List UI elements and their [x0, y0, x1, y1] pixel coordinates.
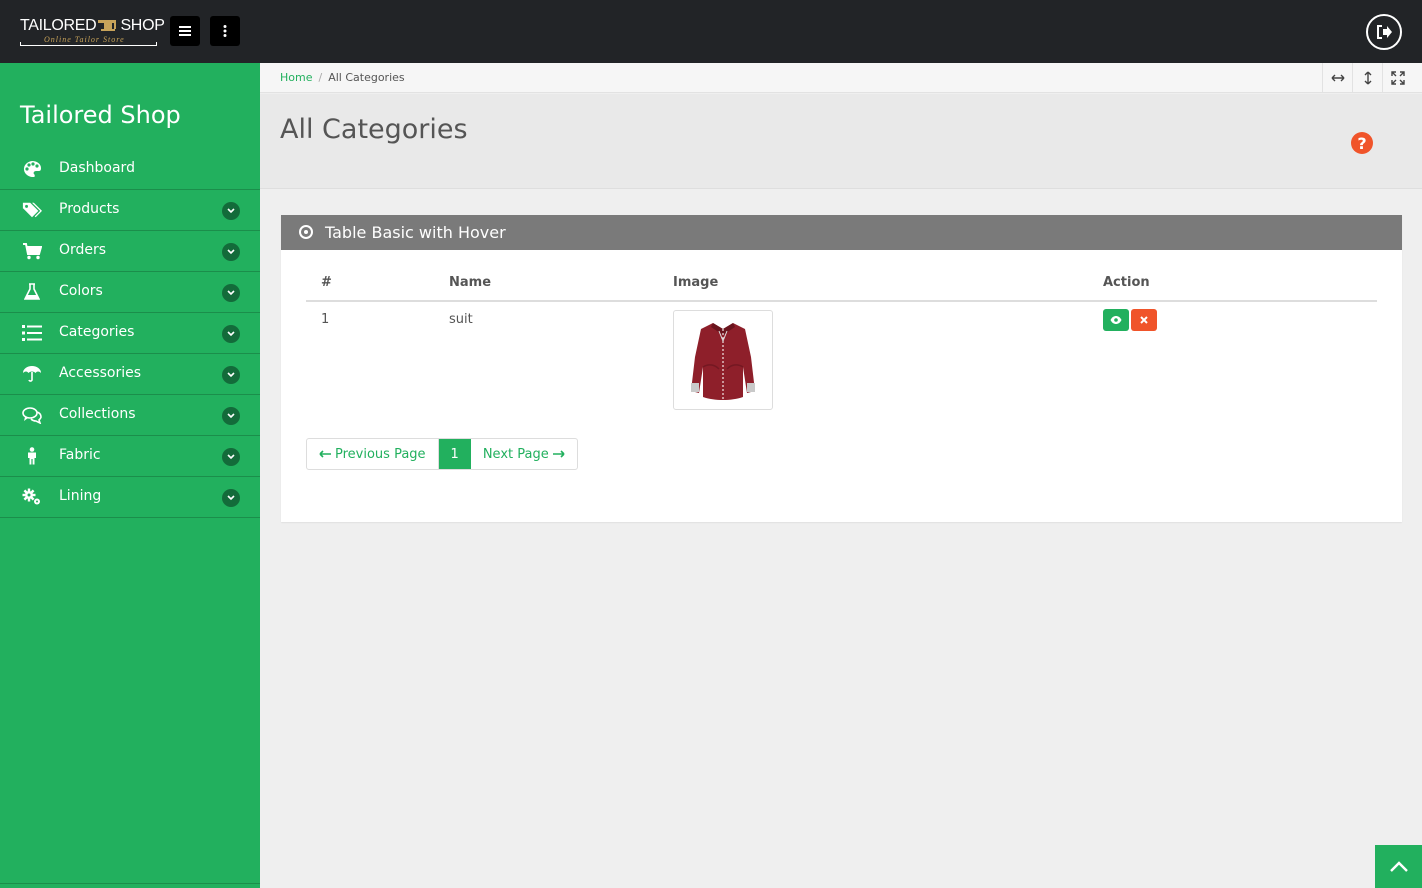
sidebar-item-label: Fabric: [59, 447, 101, 463]
sidebar-nav: Dashboard Products Orders Colors Categor…: [0, 149, 260, 518]
menu-toggle-button[interactable]: [170, 16, 200, 46]
chevron-up-icon: [1389, 861, 1408, 872]
help-icon[interactable]: ?: [1351, 132, 1373, 154]
sidebar-item-orders[interactable]: Orders: [0, 231, 260, 272]
cell-number: 1: [321, 312, 330, 327]
sidebar-item-label: Colors: [59, 283, 103, 299]
previous-page-button[interactable]: Previous Page: [307, 439, 439, 469]
next-page-label: Next Page: [482, 446, 549, 462]
pagination: Previous Page 1 Next Page: [306, 438, 578, 470]
categories-table: # Name Image Action 1 suit: [306, 265, 1377, 420]
category-thumbnail[interactable]: [673, 310, 773, 410]
chevron-down-icon: [222, 448, 240, 466]
sidebar-item-label: Dashboard: [59, 160, 135, 176]
next-page-button[interactable]: Next Page: [471, 439, 577, 469]
chevron-down-icon: [222, 489, 240, 507]
previous-page-label: Previous Page: [335, 446, 426, 462]
scroll-to-top-button[interactable]: [1375, 845, 1422, 888]
panel-title: Table Basic with Hover: [325, 223, 506, 242]
column-header-name: Name: [434, 265, 658, 302]
palette-icon: [22, 159, 42, 179]
sidebar-item-categories[interactable]: Categories: [0, 313, 260, 354]
chevron-down-icon: [222, 325, 240, 343]
puzzle-icon: [22, 487, 42, 507]
top-navbar: TAILORED SHOP Online Tailor Store: [0, 0, 1422, 63]
fullscreen-icon: [1390, 71, 1405, 85]
breadcrumb-current: All Categories: [328, 71, 405, 84]
comments-icon: [22, 405, 42, 425]
sidebar-item-label: Products: [59, 201, 120, 217]
sidebar-footer-divider: [0, 883, 260, 888]
chevron-down-icon: [222, 243, 240, 261]
table-header-row: # Name Image Action: [306, 265, 1377, 302]
sidebar-item-lining[interactable]: Lining: [0, 477, 260, 518]
expand-height-button[interactable]: [1352, 63, 1382, 93]
vertical-ellipsis-icon: [223, 25, 227, 37]
close-icon: [1140, 316, 1148, 324]
sidebar-item-products[interactable]: Products: [0, 190, 260, 231]
delete-button[interactable]: [1131, 309, 1157, 331]
sidebar-item-label: Collections: [59, 406, 136, 422]
chevron-down-icon: [222, 202, 240, 220]
hamburger-icon: [179, 26, 191, 36]
table-row: 1 suit: [306, 301, 1377, 420]
breadcrumb: Home / All Categories: [280, 71, 405, 84]
arrows-horizontal-icon: [1331, 74, 1344, 82]
page-header: All Categories ?: [260, 94, 1422, 189]
logo-text-left: TAILORED: [20, 17, 97, 34]
sidebar-item-label: Lining: [59, 488, 102, 504]
column-header-number: #: [306, 265, 434, 302]
chevron-down-icon: [222, 407, 240, 425]
column-header-image: Image: [658, 265, 1088, 302]
sidebar-item-collections[interactable]: Collections: [0, 395, 260, 436]
breadcrumb-separator: /: [318, 71, 323, 84]
sidebar-title: Tailored Shop: [20, 101, 181, 129]
breadcrumb-bar: Home / All Categories: [260, 63, 1422, 93]
chevron-down-icon: [222, 284, 240, 302]
arrow-right-icon: [552, 450, 565, 458]
sidebar-item-label: Categories: [59, 324, 135, 340]
cart-icon: [22, 241, 42, 261]
logout-button[interactable]: [1366, 14, 1402, 50]
sidebar-item-label: Accessories: [59, 365, 142, 381]
eye-icon: [1110, 316, 1122, 324]
sign-out-icon: [1377, 25, 1392, 39]
cell-name: suit: [449, 312, 473, 327]
flask-icon: [22, 282, 42, 302]
panel-header: Table Basic with Hover: [281, 215, 1402, 250]
breadcrumb-home-link[interactable]: Home: [280, 71, 312, 84]
radio-dot-icon: [299, 225, 313, 239]
list-icon: [22, 323, 42, 343]
sidebar-item-accessories[interactable]: Accessories: [0, 354, 260, 395]
sidebar: Tailored Shop Dashboard Products Orders: [0, 63, 260, 888]
view-button[interactable]: [1103, 309, 1129, 331]
chevron-down-icon: [222, 366, 240, 384]
tags-icon: [22, 200, 42, 220]
sidebar-item-label: Orders: [59, 242, 107, 258]
more-options-button[interactable]: [210, 16, 240, 46]
person-icon: [22, 446, 42, 466]
brand-logo[interactable]: TAILORED SHOP Online Tailor Store: [20, 17, 165, 47]
sidebar-item-colors[interactable]: Colors: [0, 272, 260, 313]
logo-underline: [20, 42, 157, 46]
arrows-vertical-icon: [1364, 71, 1371, 85]
fullscreen-button[interactable]: [1382, 63, 1412, 93]
column-header-action: Action: [1088, 265, 1377, 302]
arrow-left-icon: [319, 450, 331, 458]
sidebar-item-fabric[interactable]: Fabric: [0, 436, 260, 477]
red-shirt-image: [691, 323, 755, 400]
umbrella-icon: [22, 364, 42, 384]
categories-panel: Table Basic with Hover # Name Image Acti…: [281, 215, 1402, 522]
expand-width-button[interactable]: [1322, 63, 1352, 93]
sidebar-item-dashboard[interactable]: Dashboard: [0, 149, 260, 190]
logo-text-right: SHOP: [120, 17, 165, 34]
page-number-button[interactable]: 1: [438, 439, 471, 469]
page-title: All Categories: [280, 114, 468, 145]
sewing-machine-icon: [98, 20, 117, 31]
